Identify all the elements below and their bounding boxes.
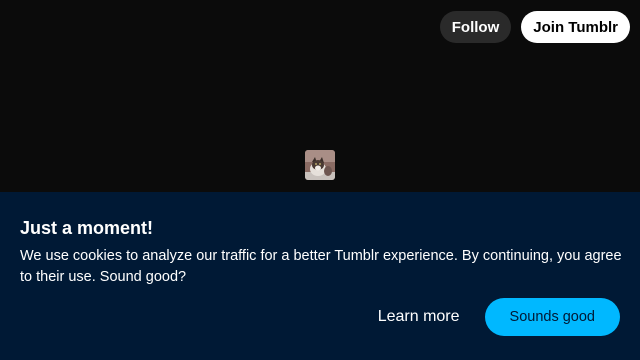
page: Follow Join Tumblr Just a moment! We use…	[0, 0, 640, 360]
follow-button[interactable]: Follow	[439, 11, 512, 43]
cat-avatar-icon	[305, 150, 335, 180]
cookie-banner-title: Just a moment!	[20, 218, 154, 238]
cookie-banner-message: We use cookies to analyze our traffic fo…	[20, 248, 622, 285]
sounds-good-button[interactable]: Sounds good	[484, 298, 620, 336]
cookie-banner-actions: Learn more Sounds good	[378, 298, 620, 336]
header-actions: Follow Join Tumblr	[439, 11, 630, 43]
blog-avatar[interactable]	[305, 150, 335, 180]
cookie-consent-banner: Just a moment! We use cookies to analyze…	[0, 192, 640, 360]
join-tumblr-button[interactable]: Join Tumblr	[521, 11, 630, 43]
learn-more-button[interactable]: Learn more	[378, 308, 460, 326]
